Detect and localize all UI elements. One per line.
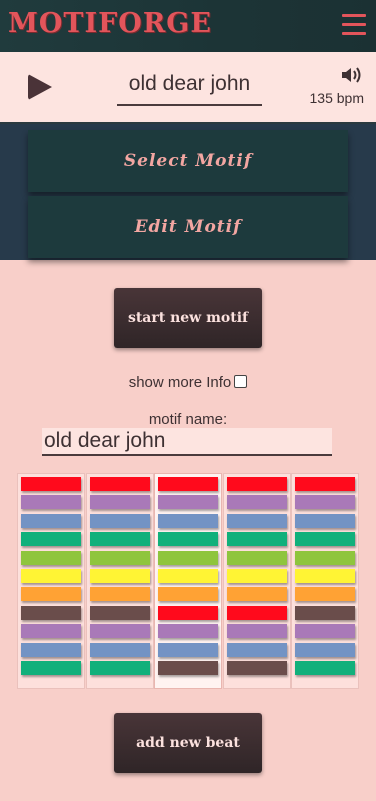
note-blue[interactable] (21, 642, 81, 657)
note-lime[interactable] (89, 550, 150, 565)
note-blue[interactable] (158, 642, 218, 657)
note-lime[interactable] (21, 550, 81, 565)
note-green[interactable] (21, 660, 81, 675)
show-more-info-label: show more Info (128, 374, 232, 391)
note-red[interactable] (226, 605, 287, 620)
note-green[interactable] (158, 532, 218, 547)
note-green[interactable] (89, 532, 150, 547)
beat-grid (18, 474, 358, 688)
note-purple[interactable] (158, 495, 218, 510)
beat-column[interactable] (292, 474, 358, 688)
note-green[interactable] (89, 660, 150, 675)
motif-name-label: motif name: (148, 411, 228, 428)
note-orange[interactable] (226, 587, 287, 602)
select-motif-button[interactable]: Select Motif (28, 130, 348, 192)
note-brown[interactable] (89, 605, 150, 620)
note-lime[interactable] (158, 550, 218, 565)
beat-column[interactable] (18, 474, 84, 688)
note-blue[interactable] (21, 513, 81, 528)
note-red[interactable] (21, 477, 81, 491)
hamburger-menu-icon[interactable] (342, 14, 366, 36)
add-new-beat-button[interactable]: add new beat (114, 713, 262, 773)
beat-column[interactable] (155, 474, 221, 688)
show-more-info-checkbox[interactable] (234, 375, 248, 388)
note-green[interactable] (226, 532, 287, 547)
note-purple[interactable] (295, 624, 355, 639)
note-purple[interactable] (226, 495, 287, 510)
play-icon[interactable] (28, 74, 52, 100)
note-blue[interactable] (89, 642, 150, 657)
note-red[interactable] (158, 477, 218, 491)
note-brown[interactable] (295, 605, 355, 620)
note-yellow[interactable] (295, 568, 355, 583)
player-bar: old dear john 135 bpm (0, 52, 376, 124)
note-green[interactable] (295, 660, 355, 675)
note-yellow[interactable] (158, 568, 218, 583)
app-header: MOTIFORGE (0, 0, 376, 52)
beat-column[interactable] (86, 474, 153, 688)
beat-column[interactable] (223, 474, 290, 688)
note-blue[interactable] (295, 642, 355, 657)
note-orange[interactable] (89, 587, 150, 602)
note-brown[interactable] (21, 605, 81, 620)
note-purple[interactable] (158, 624, 218, 639)
note-green[interactable] (21, 532, 81, 547)
show-more-info-row: show more Info (0, 374, 376, 391)
now-playing-title: old dear john (117, 70, 262, 106)
note-yellow[interactable] (89, 568, 150, 583)
note-lime[interactable] (295, 550, 355, 565)
note-blue[interactable] (89, 513, 150, 528)
app-logo: MOTIFORGE (8, 8, 212, 39)
start-new-motif-button[interactable]: start new motif (114, 288, 262, 348)
note-yellow[interactable] (21, 568, 81, 583)
note-red[interactable] (226, 477, 287, 491)
note-orange[interactable] (21, 587, 81, 602)
note-orange[interactable] (295, 587, 355, 602)
note-yellow[interactable] (226, 568, 287, 583)
motif-menu-panel: Select Motif Edit Motif (0, 124, 376, 260)
note-brown[interactable] (226, 660, 287, 675)
note-blue[interactable] (226, 513, 287, 528)
note-purple[interactable] (295, 495, 355, 510)
note-purple[interactable] (226, 624, 287, 639)
note-purple[interactable] (89, 495, 150, 510)
motif-name-input[interactable] (42, 428, 332, 456)
note-purple[interactable] (21, 624, 81, 639)
bpm-readout: 135 bpm (309, 90, 364, 106)
note-red[interactable] (295, 477, 355, 491)
note-orange[interactable] (158, 587, 218, 602)
note-purple[interactable] (89, 624, 150, 639)
note-green[interactable] (295, 532, 355, 547)
note-brown[interactable] (158, 660, 218, 675)
note-red[interactable] (89, 477, 150, 491)
note-lime[interactable] (226, 550, 287, 565)
edit-motif-button[interactable]: Edit Motif (28, 196, 348, 258)
note-blue[interactable] (158, 513, 218, 528)
note-blue[interactable] (226, 642, 287, 657)
note-blue[interactable] (295, 513, 355, 528)
volume-icon[interactable] (340, 66, 362, 84)
note-purple[interactable] (21, 495, 81, 510)
note-red[interactable] (158, 605, 218, 620)
